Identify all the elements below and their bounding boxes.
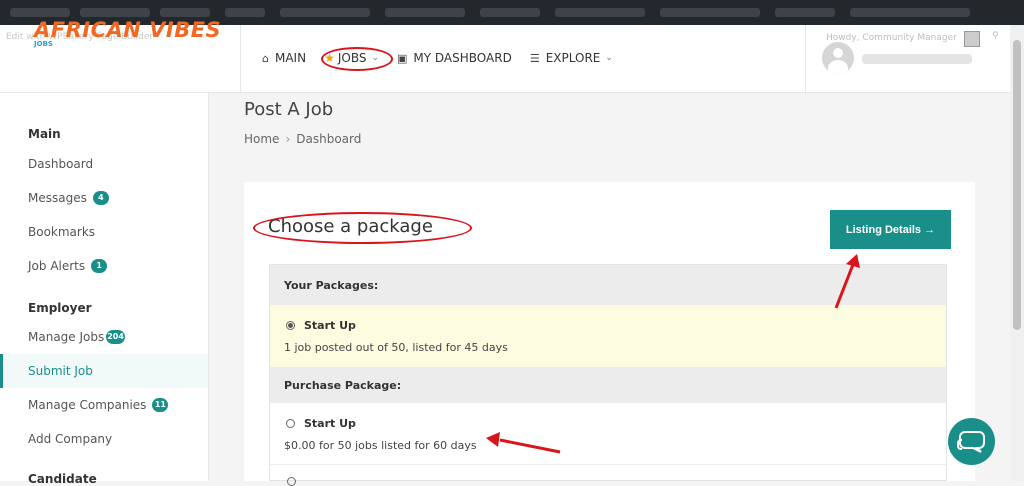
site-logo-sub: JOBS <box>34 40 53 48</box>
admin-avatar-icon[interactable] <box>964 31 980 47</box>
sidebar-item-label: Dashboard <box>28 157 94 171</box>
admin-bar-item[interactable] <box>280 8 370 17</box>
admin-bar-item[interactable] <box>480 8 540 17</box>
sidebar-item-label: Submit Job <box>28 364 93 378</box>
admin-bar-item[interactable] <box>10 8 70 17</box>
admin-bar-item[interactable] <box>775 8 835 17</box>
sidebar-item-label: Bookmarks <box>28 225 96 239</box>
search-icon[interactable]: ⚲ <box>992 31 999 41</box>
user-name-blurred[interactable] <box>862 54 972 64</box>
annotation-circle-jobs <box>321 47 393 71</box>
admin-bar-item[interactable] <box>555 8 645 17</box>
package-row[interactable] <box>270 403 946 465</box>
annotation-circle-heading <box>253 212 472 244</box>
your-packages-heading: Your Packages: <box>270 265 946 305</box>
sidebar-item-manage-jobs[interactable]: Manage Jobs 204 <box>0 320 208 354</box>
user-avatar[interactable] <box>822 42 854 74</box>
nav-label: MAIN <box>274 51 307 65</box>
admin-bar-item[interactable] <box>850 8 970 17</box>
package-radio[interactable] <box>287 477 296 486</box>
sidebar-item-bookmarks[interactable]: Bookmarks <box>0 215 208 249</box>
sidebar-item-add-company[interactable]: Add Company <box>0 422 208 456</box>
package-radio[interactable] <box>286 419 295 428</box>
main-nav: ⌂ MAIN ★ JOBS ⌄ ▣ MY DASHBOARD ☰ EXPLORE… <box>262 51 631 65</box>
package-option[interactable]: Start Up <box>286 319 356 332</box>
nav-main[interactable]: ⌂ MAIN <box>262 51 306 65</box>
sidebar-item-manage-companies[interactable]: Manage Companies 11 <box>0 388 208 422</box>
sidebar-item-label: Job Alerts <box>28 259 86 273</box>
nav-label: MY DASHBOARD <box>413 51 512 65</box>
count-badge: 1 <box>91 259 108 273</box>
howdy-text[interactable]: Howdy, Community Manager <box>826 33 957 43</box>
sidebar-heading-main: Main <box>28 127 61 141</box>
page-title: Post A Job <box>244 99 334 120</box>
nav-explore[interactable]: ☰ EXPLORE ⌄ <box>530 51 613 65</box>
count-badge: 11 <box>152 398 169 412</box>
count-badge: 204 <box>106 330 125 344</box>
sidebar-heading-employer: Employer <box>28 301 92 315</box>
id-card-icon: ▣ <box>397 51 408 65</box>
package-description: 1 job posted out of 50, listed for 45 da… <box>284 341 508 354</box>
sidebar-item-messages[interactable]: Messages 4 <box>0 181 208 215</box>
package-description: $0.00 for 50 jobs listed for 60 days <box>284 439 477 452</box>
package-radio[interactable] <box>286 321 295 330</box>
sidebar-item-label: Manage Companies <box>28 398 147 412</box>
nav-label: EXPLORE <box>545 51 601 65</box>
listing-details-button[interactable]: Listing Details → <box>830 210 951 249</box>
package-name: Start Up <box>304 417 356 430</box>
admin-bar-item[interactable] <box>660 8 760 17</box>
chat-icon <box>957 431 985 453</box>
purchase-package-heading: Purchase Package: <box>270 367 946 403</box>
header-divider <box>805 25 806 92</box>
package-row-selected[interactable] <box>270 305 946 367</box>
chevron-down-icon: ⌄ <box>605 53 613 63</box>
sidebar-item-label: Messages <box>28 191 87 205</box>
sidebar-item-job-alerts[interactable]: Job Alerts 1 <box>0 249 208 283</box>
admin-bar-item[interactable] <box>80 8 150 17</box>
chat-button[interactable] <box>948 418 995 465</box>
admin-bar-item[interactable] <box>385 8 465 17</box>
list-icon: ☰ <box>529 51 540 65</box>
home-icon: ⌂ <box>262 51 269 65</box>
count-badge: 4 <box>92 191 109 205</box>
sidebar-heading-candidate: Candidate <box>28 472 97 486</box>
sidebar-item-dashboard[interactable]: Dashboard <box>0 147 208 181</box>
package-name: Start Up <box>304 319 356 332</box>
breadcrumb-home[interactable]: Home <box>244 132 279 146</box>
sidebar-item-label: Add Company <box>28 432 113 446</box>
sidebar-item-submit-job[interactable]: Submit Job <box>0 354 208 388</box>
scrollbar-thumb[interactable] <box>1013 40 1021 330</box>
breadcrumb: Home › Dashboard <box>244 132 361 146</box>
breadcrumb-current[interactable]: Dashboard <box>296 132 361 146</box>
nav-my-dashboard[interactable]: ▣ MY DASHBOARD <box>397 51 512 65</box>
package-option[interactable]: Start Up <box>286 417 356 430</box>
admin-bar-item[interactable] <box>225 8 265 17</box>
sidebar-item-label: Manage Jobs <box>28 330 105 344</box>
header-divider <box>240 25 241 92</box>
dashboard-sidebar: Main Dashboard Messages 4 Bookmarks Job … <box>0 93 209 486</box>
site-logo[interactable]: AFRICAN VIBES <box>34 18 221 42</box>
admin-bar-item[interactable] <box>160 8 210 17</box>
breadcrumb-separator-icon: › <box>285 132 291 146</box>
